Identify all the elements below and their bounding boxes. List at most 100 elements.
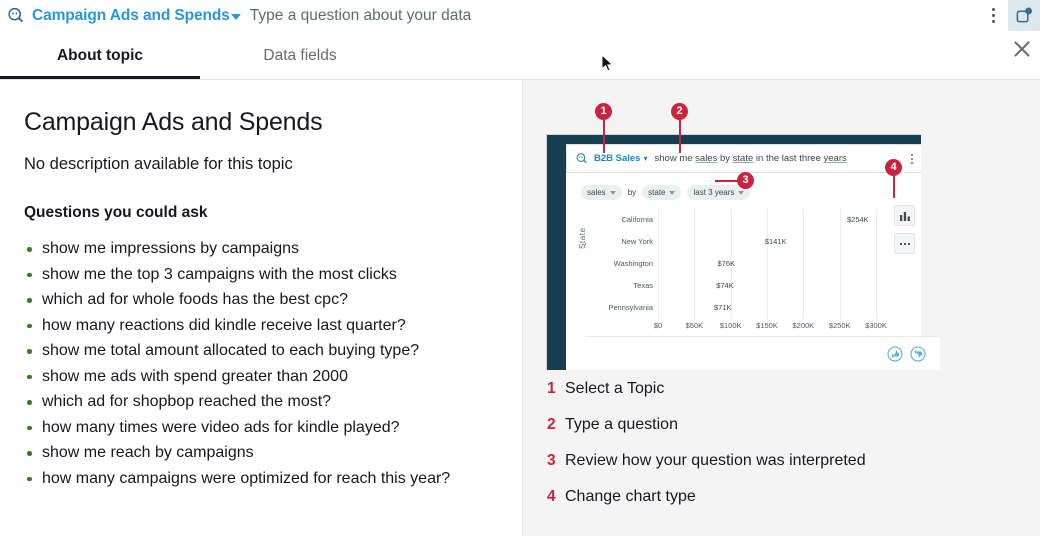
x-tick-label: $200K	[792, 321, 814, 330]
top-search-bar: Campaign Ads and Spends Type a question …	[0, 0, 1040, 31]
chart-bars: California $254K New York $141K	[596, 209, 876, 319]
close-icon[interactable]	[1009, 36, 1035, 62]
callout-badge-2: 2	[671, 103, 688, 120]
callout-leader-2	[679, 120, 681, 153]
help-illustration-panel: 1 2 3 4 B2B Sales ▾ show me s	[522, 80, 1040, 536]
query-mid: by	[717, 153, 732, 164]
step-label: Change chart type	[565, 488, 696, 506]
query-field-years: years	[824, 153, 847, 164]
mock-answer-body: sales by state last 3 years	[566, 173, 921, 370]
list-item: 4 Change chart type	[547, 488, 1017, 524]
mouse-cursor	[601, 54, 615, 74]
bar-category-label: California	[596, 215, 658, 224]
pill-state: state	[642, 185, 681, 200]
bar-category-label: Washington	[596, 259, 658, 268]
x-tick-label: $50K	[686, 321, 704, 330]
list-item[interactable]: show me reach by campaigns	[24, 440, 498, 466]
list-item[interactable]: which ad for shopbop reached the most?	[24, 389, 498, 415]
chevron-down-icon	[669, 191, 675, 195]
bar-track: $74K	[658, 278, 876, 293]
list-item[interactable]: show me ads with spend greater than 2000	[24, 364, 498, 390]
bar-category-label: Pennsylvania	[596, 303, 658, 312]
callout-badge-4: 4	[885, 159, 902, 176]
step-number: 1	[547, 380, 565, 398]
list-item: 2 Type a question	[547, 416, 1017, 452]
query-field-state: state	[733, 153, 754, 164]
questions-section-heading: Questions you could ask	[24, 204, 498, 222]
q-topic-panel: Campaign Ads and Spends Type a question …	[0, 0, 1040, 536]
sample-questions-list: show me impressions by campaigns show me…	[24, 236, 498, 491]
table-row: Pennsylvania $71K	[596, 297, 876, 317]
bar-track: $254K	[658, 212, 876, 227]
table-row: Washington $76K	[596, 253, 876, 273]
pill-by-label: by	[628, 188, 636, 197]
x-tick-label: $150K	[756, 321, 778, 330]
chevron-down-icon	[738, 191, 744, 195]
bar-category-label: Texas	[596, 281, 658, 290]
step-number: 3	[547, 452, 565, 470]
callout-leader-4	[893, 176, 895, 198]
callout-leader-3	[715, 180, 739, 182]
chart-y-axis-label: State	[578, 227, 587, 249]
step-number: 2	[547, 416, 565, 434]
bar-track: $76K	[658, 256, 876, 271]
query-suffix: in the last three	[753, 153, 823, 164]
mock-topic-label: B2B Sales	[594, 153, 640, 164]
callout-leader-1	[603, 120, 605, 153]
question-input-placeholder[interactable]: Type a question about your data	[250, 7, 471, 25]
bar-track: $141K	[658, 234, 876, 249]
mock-bar-chart: › State California	[576, 209, 876, 333]
list-item[interactable]: which ad for whole foods has the best cp…	[24, 287, 498, 313]
step-number: 4	[547, 488, 565, 506]
tab-strip: About topic Data fields	[0, 31, 1040, 80]
mock-feedback-bar	[585, 336, 940, 370]
q-search-icon	[575, 152, 589, 166]
table-row: New York $141K	[596, 231, 876, 251]
list-item[interactable]: show me the top 3 campaigns with the mos…	[24, 262, 498, 288]
mock-search-bar: B2B Sales ▾ show me sales by state in th…	[566, 144, 921, 173]
table-row: California $254K	[596, 209, 876, 229]
x-tick-label: $300K	[865, 321, 887, 330]
list-item: 3 Review how your question was interpret…	[547, 452, 1017, 488]
table-row: Texas $74K	[596, 275, 876, 295]
bar-value-label: $141K	[765, 237, 787, 246]
pill-sales: sales	[581, 185, 622, 200]
thumbs-down-icon	[910, 346, 926, 362]
topic-selector-label[interactable]: Campaign Ads and Spends	[32, 7, 230, 25]
callout-badge-3: 3	[737, 172, 754, 189]
list-item[interactable]: how many times were video ads for kindle…	[24, 415, 498, 441]
list-item[interactable]: show me impressions by campaigns	[24, 236, 498, 262]
q-search-icon[interactable]	[0, 0, 30, 31]
pill-label: last 3 years	[693, 188, 734, 197]
tab-data-fields[interactable]: Data fields	[200, 31, 400, 80]
new-window-icon[interactable]	[1008, 0, 1040, 31]
chevron-down-icon[interactable]	[231, 14, 241, 20]
bar-value-label: $71K	[714, 303, 732, 312]
chevron-down-icon: ▾	[643, 154, 647, 163]
more-options-icon[interactable]	[978, 0, 1008, 31]
query-field-sales: sales	[695, 153, 717, 164]
step-label: Review how your question was interpreted	[565, 452, 866, 470]
x-tick-label: $100K	[720, 321, 742, 330]
page-title: Campaign Ads and Spends	[24, 108, 498, 137]
about-topic-content: Campaign Ads and Spends No description a…	[0, 80, 522, 536]
mock-query-text: show me sales by state in the last three…	[655, 153, 847, 164]
list-item[interactable]: how many reactions did kindle receive la…	[24, 313, 498, 339]
bar-category-label: New York	[596, 237, 658, 246]
ellipsis-icon	[894, 233, 915, 254]
chart-x-axis: $0 $50K $100K $150K $200K $250K $300K	[658, 321, 876, 333]
more-options-icon	[911, 154, 913, 164]
step-label: Type a question	[565, 416, 678, 434]
mock-interpretation-pills: sales by state last 3 years	[581, 185, 750, 200]
query-prefix: show me	[655, 153, 696, 164]
bar-value-label: $76K	[718, 259, 736, 268]
bar-value-label: $74K	[716, 281, 734, 290]
list-item[interactable]: show me total amount allocated to each b…	[24, 338, 498, 364]
x-tick-label: $0	[654, 321, 662, 330]
pill-label: sales	[587, 188, 606, 197]
mock-dark-sidebar	[547, 135, 566, 370]
callout-badge-1: 1	[595, 103, 612, 120]
bar-chart-icon	[894, 205, 915, 226]
list-item[interactable]: how many campaigns were optimized for re…	[24, 466, 498, 492]
tab-about-topic[interactable]: About topic	[0, 31, 200, 80]
